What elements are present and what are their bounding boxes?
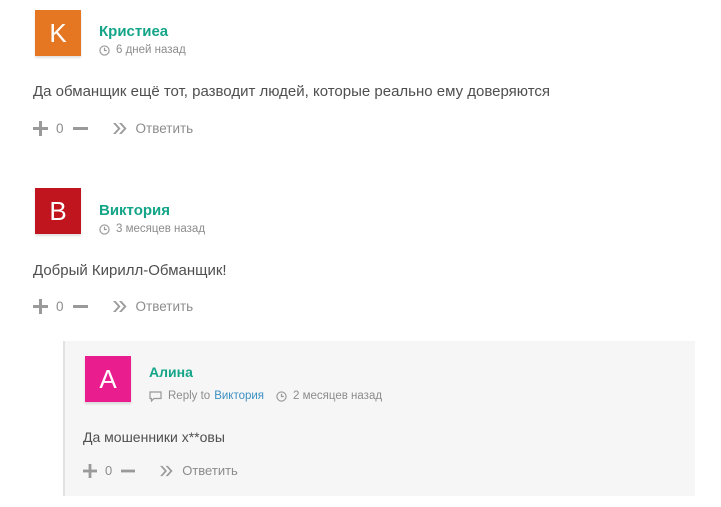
author-name[interactable]: Алина — [149, 364, 193, 380]
avatar: B — [35, 188, 81, 234]
author-name[interactable]: Виктория — [99, 202, 170, 219]
avatar: A — [85, 356, 131, 402]
vote-down-button[interactable] — [121, 464, 136, 478]
minus-icon — [72, 127, 88, 130]
comment-text: Добрый Кирилл-Обманщик! — [33, 262, 227, 279]
comment-actions: 0 Ответить — [33, 299, 193, 314]
clock-icon — [99, 44, 110, 56]
comment-meta: Reply to Виктория 2 месяцев назад — [149, 390, 382, 402]
reply-label: Ответить — [135, 121, 194, 136]
vote-up-button[interactable] — [33, 121, 48, 136]
comment-text: Да мошенники х**овы — [83, 429, 225, 445]
reply-to-link[interactable]: Виктория — [214, 390, 264, 402]
vote-up-button[interactable] — [33, 299, 48, 314]
clock-icon — [99, 223, 110, 235]
comments-section: K Кристиеа 6 дней назад Да обманщик ещё … — [0, 0, 721, 507]
comment-actions: 0 Ответить — [33, 121, 193, 136]
comment-time[interactable]: 2 месяцев назад — [293, 390, 382, 402]
speech-bubble-icon — [149, 390, 162, 402]
avatar-letter: K — [49, 17, 67, 48]
nested-reply: A Алина Reply to Виктория 2 месяцев наза… — [63, 341, 695, 496]
avatar: K — [35, 10, 81, 56]
clock-icon — [276, 390, 287, 402]
vote-count: 0 — [56, 121, 64, 136]
vote-down-button[interactable] — [72, 121, 88, 136]
author-name[interactable]: Кристиеа — [99, 23, 168, 40]
vote-count: 0 — [56, 299, 64, 314]
reply-arrow-icon — [112, 301, 127, 312]
minus-icon — [72, 305, 88, 308]
reply-button[interactable]: Ответить — [112, 299, 194, 314]
minus-icon — [121, 469, 136, 472]
plus-icon — [33, 299, 48, 314]
comment-time[interactable]: 3 месяцев назад — [116, 223, 205, 235]
plus-icon — [33, 121, 48, 136]
comment-actions: 0 Ответить — [83, 463, 238, 478]
avatar-letter: A — [99, 363, 117, 394]
comment-meta: 3 месяцев назад — [99, 223, 205, 235]
reply-label: Ответить — [135, 299, 194, 314]
reply-arrow-icon — [112, 123, 127, 134]
vote-count: 0 — [105, 463, 113, 478]
reply-label: Ответить — [182, 463, 238, 478]
avatar-letter: B — [49, 195, 67, 226]
reply-to-label: Reply to — [168, 390, 211, 402]
reply-arrow-icon — [160, 465, 173, 476]
vote-up-button[interactable] — [83, 463, 97, 478]
reply-button[interactable]: Ответить — [112, 121, 194, 136]
comment-time[interactable]: 6 дней назад — [116, 44, 186, 56]
vote-down-button[interactable] — [72, 299, 88, 314]
reply-button[interactable]: Ответить — [159, 463, 238, 478]
plus-icon — [83, 463, 97, 478]
comment-meta: 6 дней назад — [99, 44, 186, 56]
comment-text: Да обманщик ещё тот, разводит людей, кот… — [33, 83, 551, 100]
